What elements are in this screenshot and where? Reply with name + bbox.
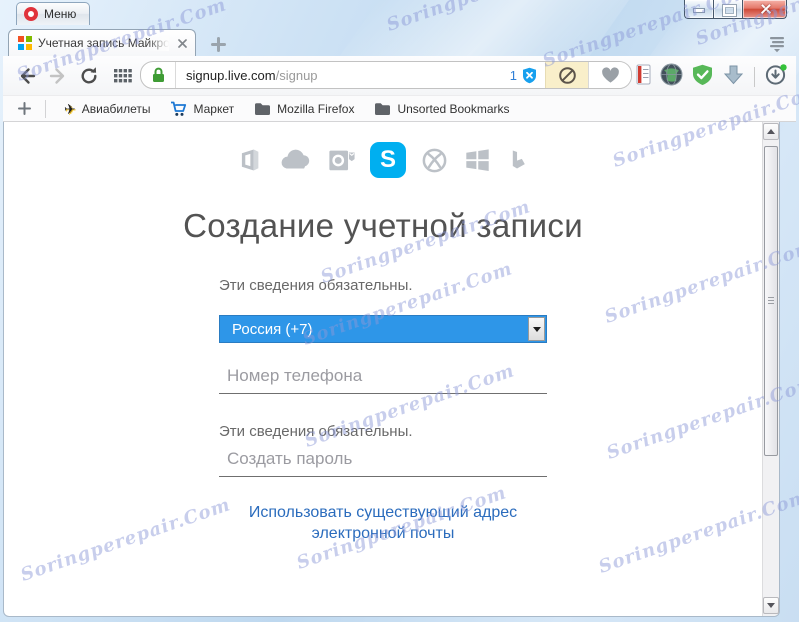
- divider: [45, 99, 46, 118]
- phone-input[interactable]: [219, 360, 547, 394]
- tab-title: Учетная запись Майкрос: [38, 35, 169, 51]
- country-select-value: Россия (+7): [232, 320, 313, 338]
- microsoft-services-row: S: [4, 141, 762, 179]
- maximize-button[interactable]: [713, 0, 742, 19]
- speed-dial-button[interactable]: [110, 63, 136, 89]
- bookmarks-bar: ✈ Авиабилеты Маркет Mozilla Firefox Unso…: [3, 96, 796, 122]
- new-tab-button[interactable]: [205, 33, 232, 55]
- bookmark-folder-mozilla-firefox[interactable]: Mozilla Firefox: [244, 98, 364, 120]
- secure-padlock-icon[interactable]: [141, 62, 175, 88]
- folder-icon: [375, 102, 391, 115]
- tab-menu-button[interactable]: [766, 34, 788, 54]
- forward-button[interactable]: [45, 63, 71, 89]
- block-icon: [558, 66, 576, 84]
- browser-window: Меню Учетная запись Майкрос signup.live.…: [0, 0, 799, 622]
- triangle-up-icon: [767, 129, 775, 134]
- vertical-scrollbar[interactable]: [762, 122, 779, 616]
- select-dropdown-button[interactable]: [528, 317, 545, 341]
- download-arrow-icon[interactable]: [722, 64, 745, 91]
- bookmark-label: Авиабилеты: [81, 101, 151, 116]
- skype-icon[interactable]: S: [370, 142, 406, 178]
- back-arrow-icon: [20, 68, 36, 84]
- scrollbar-grip: [768, 297, 774, 305]
- opera-menu-button[interactable]: Меню: [16, 2, 91, 25]
- adguard-shield-icon[interactable]: [692, 64, 713, 91]
- xbox-icon[interactable]: [420, 146, 449, 175]
- plus-icon: [17, 102, 31, 115]
- password-input[interactable]: [219, 443, 547, 477]
- maximize-icon: [723, 5, 736, 16]
- url-path: /signup: [275, 67, 318, 83]
- extension-icons: [636, 63, 788, 91]
- scrollbar-thumb[interactable]: [764, 146, 778, 456]
- content-blocker-button[interactable]: [545, 62, 588, 88]
- bookmark-label: Unsorted Bookmarks: [397, 101, 510, 116]
- downloads-status-icon[interactable]: [764, 63, 788, 91]
- grid-icon: [114, 68, 132, 82]
- triangle-down-icon: [767, 603, 775, 608]
- page-title: Создание учетной записи: [183, 207, 583, 244]
- window-controls: [684, 0, 787, 19]
- heart-icon: [601, 66, 619, 83]
- windows-icon[interactable]: [463, 146, 492, 174]
- url-host: signup.live.com: [186, 67, 276, 83]
- bookmark-label: Mozilla Firefox: [277, 101, 355, 116]
- outlook-icon[interactable]: [327, 146, 356, 174]
- signup-page: S Создание учетной записи Эти сведения о…: [4, 122, 762, 616]
- bing-icon[interactable]: [506, 146, 530, 175]
- divider: [754, 67, 755, 87]
- opera-logo-icon: [24, 7, 38, 21]
- page-frame: S Создание учетной записи Эти сведения о…: [3, 122, 780, 617]
- reload-button[interactable]: [76, 63, 102, 89]
- close-button[interactable]: [742, 0, 787, 19]
- chevron-down-icon: [532, 326, 541, 332]
- minimize-icon: [694, 9, 704, 12]
- country-select[interactable]: Россия (+7): [219, 315, 547, 343]
- globe-extension-icon[interactable]: [660, 63, 683, 91]
- cart-icon: [171, 101, 187, 116]
- url-field[interactable]: signup.live.com/signup 1: [140, 61, 632, 89]
- folder-icon: [255, 102, 271, 115]
- watermark: Soringperepair.Com: [384, 0, 599, 36]
- bookmark-item-market[interactable]: Маркет: [160, 98, 244, 120]
- shield-x-badge-icon[interactable]: [521, 67, 538, 84]
- url-text: signup.live.com/signup: [176, 68, 510, 83]
- scroll-up-button[interactable]: [763, 123, 779, 140]
- reload-icon: [81, 67, 97, 84]
- tab-list-icon: [770, 37, 784, 53]
- forward-arrow-icon: [49, 68, 65, 84]
- required-note-2: Эти сведения обязательны.: [219, 423, 413, 440]
- microsoft-favicon: [18, 36, 32, 50]
- required-note: Эти сведения обязательны.: [219, 277, 413, 294]
- use-existing-email-link[interactable]: Использовать существующий адрес электрон…: [218, 502, 548, 544]
- tab-microsoft-account[interactable]: Учетная запись Майкрос: [8, 29, 196, 56]
- minimize-button[interactable]: [684, 0, 713, 19]
- office-icon[interactable]: [236, 145, 263, 175]
- address-toolbar: signup.live.com/signup 1: [3, 56, 796, 96]
- bookmark-folder-unsorted[interactable]: Unsorted Bookmarks: [364, 98, 519, 120]
- notes-extension-icon[interactable]: [636, 64, 651, 90]
- scroll-down-button[interactable]: [763, 597, 779, 614]
- plus-icon: [211, 36, 226, 52]
- bookmark-item-aviabilety[interactable]: ✈ Авиабилеты: [54, 98, 160, 120]
- blocked-count: 1: [509, 67, 517, 83]
- menu-button-label: Меню: [44, 7, 77, 21]
- airplane-icon: ✈: [64, 100, 76, 117]
- onedrive-icon[interactable]: [277, 148, 313, 172]
- add-bookmark-button[interactable]: [11, 99, 37, 119]
- bookmark-label: Маркет: [193, 101, 235, 116]
- back-button[interactable]: [14, 63, 40, 89]
- tab-close-icon[interactable]: [175, 36, 189, 50]
- bookmark-heart-button[interactable]: [588, 62, 631, 88]
